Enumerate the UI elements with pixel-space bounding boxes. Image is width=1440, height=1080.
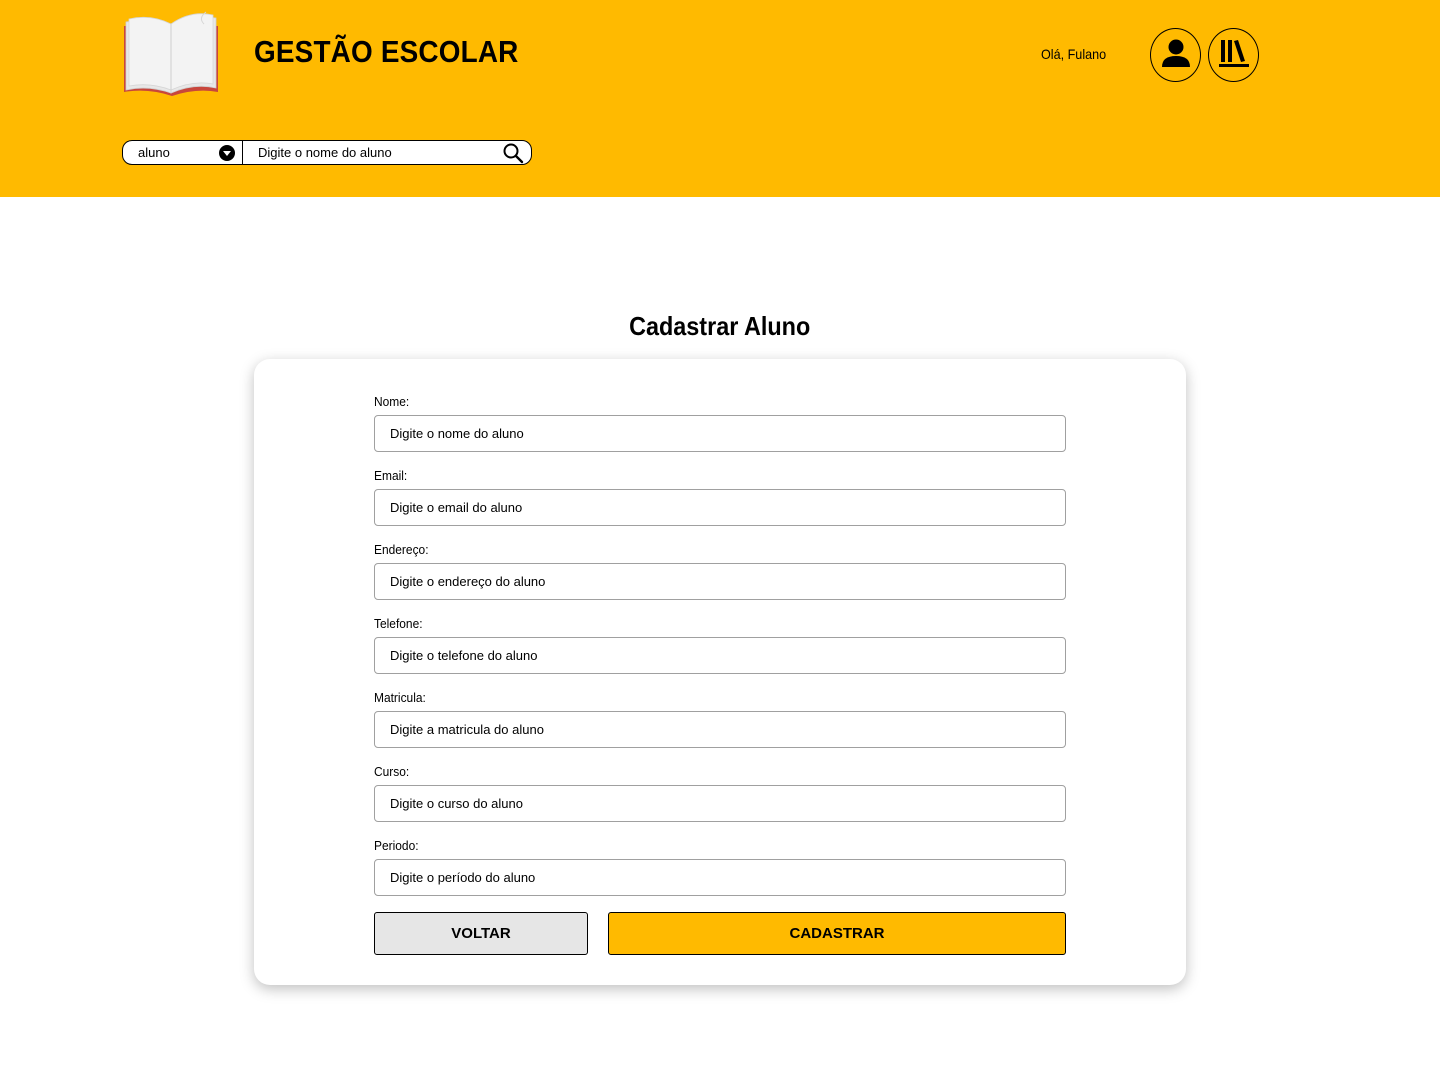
email-label: Email:	[374, 468, 408, 483]
back-button[interactable]: VOLTAR	[374, 912, 588, 955]
user-icon	[1160, 37, 1192, 74]
profile-button[interactable]	[1150, 28, 1201, 82]
app-header: GESTÃO ESCOLAR Olá, Fulano aluno	[0, 0, 1440, 197]
period-input[interactable]	[374, 859, 1066, 896]
phone-input[interactable]	[374, 637, 1066, 674]
user-greeting: Olá, Fulano	[1041, 46, 1107, 62]
address-input[interactable]	[374, 563, 1066, 600]
search-input[interactable]	[243, 141, 502, 164]
search-icon[interactable]	[502, 142, 524, 164]
page-title: Cadastrar Aluno	[0, 311, 1440, 342]
student-registration-form: Nome: Email: Endereço: Telefone: Matricu…	[254, 359, 1186, 985]
app-title: GESTÃO ESCOLAR	[254, 34, 519, 69]
course-input[interactable]	[374, 785, 1066, 822]
page-title-text: Cadastrar Aluno	[629, 311, 811, 341]
name-input[interactable]	[374, 415, 1066, 452]
enrollment-label: Matricula:	[374, 690, 426, 705]
enrollment-input[interactable]	[374, 711, 1066, 748]
library-button[interactable]	[1208, 28, 1259, 82]
search-type-select[interactable]: aluno	[123, 141, 243, 164]
register-button[interactable]: CADASTRAR	[608, 912, 1066, 955]
phone-label: Telefone:	[374, 616, 423, 631]
search-type-value: aluno	[138, 145, 170, 160]
period-label: Periodo:	[374, 838, 419, 853]
name-label: Nome:	[374, 394, 410, 409]
email-input[interactable]	[374, 489, 1066, 526]
address-label: Endereço:	[374, 542, 429, 557]
chevron-down-circle-icon[interactable]	[219, 145, 235, 161]
open-book-icon	[120, 10, 224, 100]
library-books-icon	[1218, 37, 1250, 74]
course-label: Curso:	[374, 764, 410, 779]
search-bar: aluno	[122, 140, 532, 165]
